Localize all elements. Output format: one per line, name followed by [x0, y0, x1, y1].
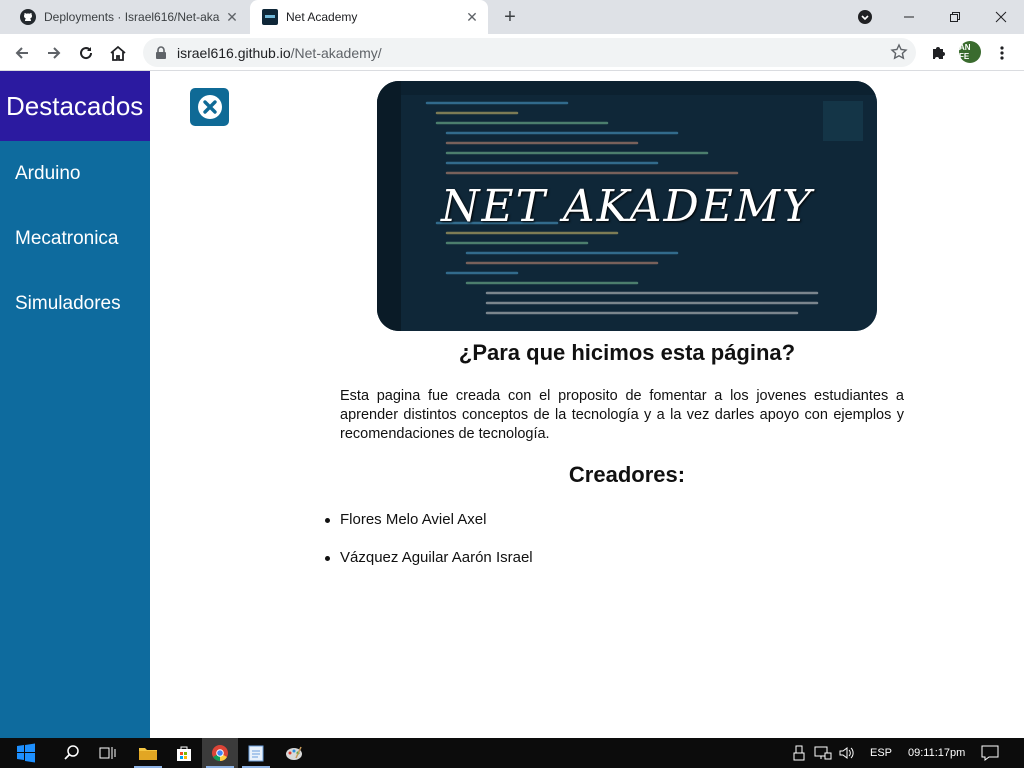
tab-title: Deployments · Israel616/Net-aka: [44, 10, 220, 24]
store-button[interactable]: [166, 738, 202, 768]
extensions-button[interactable]: [924, 39, 952, 67]
restore-icon: [950, 12, 960, 22]
arrow-right-icon: [48, 47, 61, 59]
sidebar: Destacados Arduino Mecatronica Simulador…: [0, 71, 150, 738]
notepad-button[interactable]: [238, 738, 274, 768]
more-vert-icon: [1000, 46, 1004, 60]
sidebar-item-mecatronica[interactable]: Mecatronica: [0, 206, 150, 271]
usb-icon[interactable]: [792, 745, 806, 761]
list-item: Vázquez Aguilar Aarón Israel: [325, 548, 533, 586]
close-window-button[interactable]: [979, 0, 1023, 34]
paint-palette-icon: [286, 746, 302, 760]
volume-icon[interactable]: [838, 745, 856, 761]
search-button[interactable]: [54, 738, 90, 768]
intro-paragraph: Esta pagina fue creada con el proposito …: [340, 388, 904, 442]
tab-title: Net Academy: [286, 10, 358, 24]
home-button[interactable]: [104, 39, 132, 67]
chrome-taskbar-button[interactable]: [202, 738, 238, 768]
task-view-icon: [99, 747, 116, 759]
file-explorer-button[interactable]: [130, 738, 166, 768]
back-button[interactable]: [8, 39, 36, 67]
close-tab-icon[interactable]: ✕: [222, 7, 242, 27]
windows-taskbar: ESP 09:11:17pm: [0, 738, 1024, 768]
profile-avatar[interactable]: AN FE: [959, 41, 981, 63]
lock-icon: [156, 45, 166, 59]
close-tab-icon[interactable]: ✕: [462, 7, 482, 27]
github-icon: [20, 9, 36, 25]
clock[interactable]: 09:11:17pm: [908, 747, 965, 759]
close-icon: [995, 11, 1007, 23]
creators-list: Flores Melo Aviel Axel Vázquez Aguilar A…: [325, 510, 533, 586]
new-tab-button[interactable]: +: [498, 5, 522, 29]
store-bag-icon: [177, 746, 191, 761]
search-icon: [64, 745, 79, 760]
reload-button[interactable]: [72, 39, 100, 67]
folder-icon: [139, 748, 157, 760]
notifications-icon[interactable]: [981, 745, 999, 761]
site-favicon-icon: [262, 9, 278, 25]
list-item: Flores Melo Aviel Axel: [325, 510, 533, 548]
purpose-heading: ¿Para que hicimos esta página?: [458, 340, 796, 365]
bookmark-star-icon[interactable]: [890, 43, 908, 61]
system-tray: ESP 09:11:17pm: [792, 738, 999, 768]
creators-heading: Creadores:: [568, 462, 686, 487]
chrome-icon: [212, 745, 228, 762]
puzzle-icon: [933, 47, 945, 59]
url-host: israel616.github.io: [177, 44, 291, 61]
chevron-down-icon: [858, 10, 872, 24]
windows-logo-icon: [17, 743, 35, 763]
banner-title: NET AKADEMY: [440, 180, 814, 232]
address-bar[interactable]: israel616.github.io/Net-akademy/: [143, 38, 916, 67]
browser-tab-strip: Deployments · Israel616/Net-aka ✕ Net Ac…: [0, 0, 1024, 34]
minimize-icon: [904, 16, 914, 18]
minimize-button[interactable]: [887, 0, 931, 34]
paint-button[interactable]: [276, 738, 312, 768]
hero-banner: NET AKADEMY: [377, 81, 877, 331]
close-icon: [197, 95, 222, 119]
network-icon[interactable]: [814, 745, 832, 761]
sidebar-item-simuladores[interactable]: Simuladores: [0, 271, 150, 336]
browser-toolbar: israel616.github.io/Net-akademy/: [0, 34, 1024, 71]
url-path: /Net-akademy/: [290, 44, 382, 61]
browser-menu-button[interactable]: [988, 39, 1016, 67]
restore-button[interactable]: [933, 0, 977, 34]
forward-button[interactable]: [40, 39, 68, 67]
sidebar-item-arduino[interactable]: Arduino: [0, 141, 150, 206]
task-view-button[interactable]: [90, 738, 126, 768]
sidebar-heading: Destacados: [0, 71, 150, 141]
home-icon: [110, 45, 126, 61]
start-button[interactable]: [8, 738, 44, 768]
reload-icon: [80, 47, 93, 60]
tab-deployments[interactable]: Deployments · Israel616/Net-aka ✕: [8, 0, 248, 34]
tab-net-academy[interactable]: Net Academy ✕: [250, 0, 488, 34]
language-indicator[interactable]: ESP: [870, 747, 892, 759]
arrow-left-icon: [15, 47, 28, 59]
close-sidebar-button[interactable]: [190, 88, 229, 126]
notepad-icon: [248, 745, 264, 762]
tab-search-button[interactable]: [843, 0, 887, 34]
